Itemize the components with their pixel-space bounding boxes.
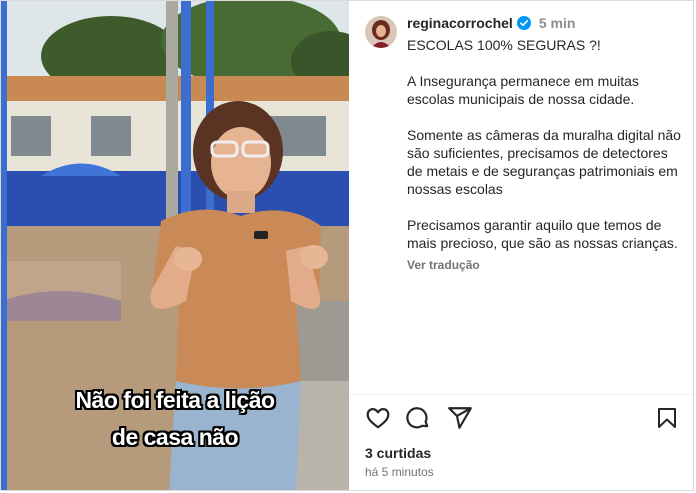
username-link[interactable]: reginacorrochel [407, 15, 513, 31]
comment-icon[interactable] [405, 405, 431, 431]
avatar[interactable] [365, 16, 397, 48]
post-timestamp: há 5 minutos [365, 465, 434, 479]
heart-icon[interactable] [365, 405, 391, 431]
action-bar [365, 405, 679, 433]
bookmark-icon[interactable] [655, 405, 679, 431]
post-author: reginacorrochel 5 min [407, 15, 575, 33]
video-frame-illustration [1, 1, 349, 490]
verified-badge-icon [516, 16, 531, 33]
share-icon[interactable] [447, 405, 473, 431]
likes-count[interactable]: 3 curtidas [365, 445, 431, 461]
post-caption: ESCOLAS 100% SEGURAS ?! A Insegurança pe… [407, 37, 681, 251]
post-time: 5 min [538, 15, 576, 31]
see-translation-link[interactable]: Ver tradução [407, 258, 480, 272]
video-subtitle-line-1: Não foi feita a lição [75, 387, 275, 413]
divider [349, 394, 693, 395]
post-details: reginacorrochel 5 min ESCOLAS 100% SEGURA… [349, 1, 693, 490]
instagram-post: Não foi feita a lição de casa não regina… [0, 0, 694, 491]
video-subtitle-line-2: de casa não [111, 424, 239, 450]
post-video[interactable]: Não foi feita a lição de casa não [1, 1, 349, 490]
